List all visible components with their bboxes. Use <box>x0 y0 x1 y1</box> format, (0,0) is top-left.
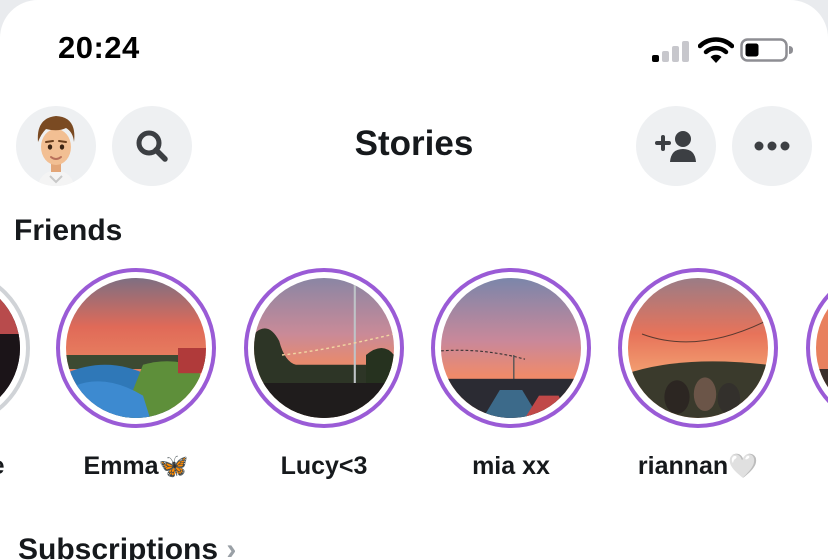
more-dots-icon <box>754 141 790 151</box>
battery-icon <box>740 37 794 63</box>
story-thumbnail <box>0 278 20 418</box>
story-thumbnail <box>816 278 828 418</box>
friend-story[interactable] <box>0 268 30 428</box>
subscriptions-section-label[interactable]: Subscriptions › <box>18 533 236 560</box>
story-name: mia xx <box>472 452 550 480</box>
story-thumbnail <box>66 278 206 418</box>
add-friend-icon <box>655 131 696 162</box>
story-thumbnail <box>254 278 394 418</box>
chevron-right-icon: › <box>226 533 237 560</box>
friend-story[interactable] <box>618 268 778 428</box>
butterfly-icon: 🦋 <box>158 452 189 480</box>
friend-story[interactable] <box>56 268 216 428</box>
wifi-icon <box>697 36 735 64</box>
story-name: Lucy<3 <box>280 452 368 480</box>
friends-section-label: Friends <box>14 214 123 247</box>
stories-screen: 20:24 Stories Friends Emma🦋 Lucy<3 mia x… <box>0 0 828 560</box>
friend-story[interactable] <box>431 268 591 428</box>
more-options-button[interactable] <box>732 106 812 186</box>
white-heart-icon: 🤍 <box>728 452 759 480</box>
friend-story[interactable] <box>806 268 828 428</box>
story-name: Emma🦋 <box>83 452 189 480</box>
story-name: riannan🤍 <box>637 452 759 480</box>
story-thumbnail <box>628 278 768 418</box>
friend-story[interactable] <box>244 268 404 428</box>
story-thumbnail <box>441 278 581 418</box>
add-friend-button[interactable] <box>636 106 716 186</box>
cellular-signal-icon <box>652 40 692 62</box>
status-time: 20:24 <box>58 30 140 65</box>
